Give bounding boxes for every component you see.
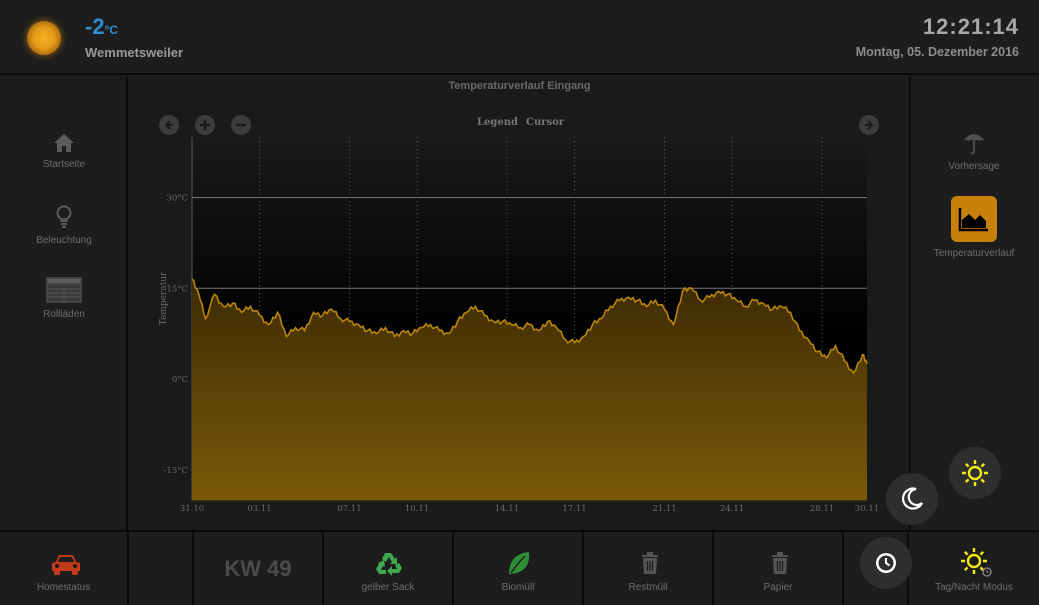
- sidebar-item-temperaturverlauf[interactable]: Temperaturverlauf: [911, 196, 1037, 259]
- pan-right-button[interactable]: [859, 115, 879, 135]
- zoom-in-button[interactable]: [195, 115, 215, 135]
- sidebar-item-label: Startseite: [42, 159, 86, 170]
- recycling-icon: [376, 553, 402, 576]
- tag-nacht-tile[interactable]: Tag/Nacht Modus: [909, 532, 1039, 605]
- temperature-value: -2: [85, 14, 105, 39]
- empty-tile: [129, 532, 194, 605]
- sidebar-item-label: Beleuchtung: [36, 235, 92, 246]
- x-tick-label: 10.11: [405, 504, 429, 514]
- x-tick-label: 24.11: [720, 504, 744, 514]
- sidebar-item-rolllaeden[interactable]: Rollläden: [0, 277, 128, 320]
- location-label: Wemmetsweiler: [85, 45, 184, 60]
- y-axis-label: Temperatur: [159, 271, 169, 325]
- day-mode-button[interactable]: [949, 447, 1001, 499]
- calendar-week-label: KW 49: [224, 556, 292, 581]
- plus-icon: [200, 120, 210, 130]
- sidebar-item-label: Vorhersage: [948, 161, 1000, 172]
- gelber-sack-label: gelber Sack: [361, 582, 415, 593]
- biomuell-tile[interactable]: Biomüll: [454, 532, 584, 605]
- temperature-chart: -15°C 0°C 15°C 30°C 31.10 03.11 07.11 10.11 14.1…: [159, 137, 879, 514]
- papier-tile[interactable]: Papier: [714, 532, 844, 605]
- cursor-toggle[interactable]: Cursor: [526, 117, 564, 128]
- sun-timer-icon: [961, 548, 992, 577]
- zoom-out-button[interactable]: [231, 115, 251, 135]
- arrow-right-icon: [865, 120, 874, 130]
- x-tick-label: 30.11: [855, 504, 879, 514]
- x-tick-label: 31.10: [180, 504, 204, 514]
- sidebar-item-vorhersage[interactable]: Vorhersage: [911, 129, 1037, 172]
- x-tick-label: 21.11: [652, 504, 676, 514]
- calendar-week-tile: KW 49: [194, 532, 324, 605]
- lightbulb-icon: [56, 205, 72, 228]
- clock-time: 12:21:14: [922, 14, 1019, 39]
- restmuell-tile[interactable]: Restmüll: [584, 532, 714, 605]
- clock-date: Montag, 05. Dezember 2016: [855, 45, 1019, 59]
- homestatus-label: Homestatus: [36, 582, 91, 593]
- arrow-left-icon: [164, 120, 173, 130]
- sun-weather-icon: [27, 21, 61, 55]
- x-tick-label: 28.11: [810, 504, 834, 514]
- moon-icon: [901, 487, 923, 510]
- timer-button[interactable]: [860, 537, 912, 589]
- umbrella-icon: [963, 134, 985, 155]
- x-tick-label: 17.11: [562, 504, 586, 514]
- sidebar-item-label: Temperaturverlauf: [933, 248, 1015, 259]
- header-bar: -2°C Wemmetsweiler 12:21:14 Montag, 05. …: [0, 0, 1039, 75]
- pan-left-button[interactable]: [159, 115, 179, 135]
- minus-icon: [236, 123, 246, 127]
- trash-icon: [642, 552, 658, 574]
- sidebar-item-startseite[interactable]: Startseite: [0, 133, 128, 170]
- current-temperature: -2°C: [85, 14, 118, 40]
- night-mode-button[interactable]: [886, 473, 938, 525]
- home-icon: [54, 134, 74, 152]
- area-chart-icon: [951, 196, 997, 242]
- y-tick-label: 15°C: [166, 284, 188, 294]
- y-tick-label: 30°C: [166, 194, 188, 204]
- chart-panel: -15°C 0°C 15°C 30°C 31.10 03.11 07.11 10.11 14.1…: [130, 77, 909, 530]
- trash-icon: [772, 552, 788, 574]
- x-tick-label: 03.11: [247, 504, 271, 514]
- papier-label: Papier: [763, 582, 793, 593]
- sun-icon: [962, 460, 988, 486]
- temperature-unit: °C: [104, 23, 119, 37]
- gelber-sack-tile[interactable]: gelber Sack: [324, 532, 454, 605]
- y-tick-label: 0°C: [172, 375, 188, 385]
- tag-nacht-label: Tag/Nacht Modus: [935, 582, 1013, 593]
- left-sidebar: Startseite Beleuchtung Rollläden: [0, 77, 128, 530]
- shutter-icon: [46, 277, 82, 303]
- restmuell-label: Restmüll: [628, 582, 668, 593]
- clock-icon: [876, 553, 896, 573]
- sidebar-item-beleuchtung[interactable]: Beleuchtung: [0, 205, 128, 246]
- biomuell-label: Biomüll: [501, 582, 535, 593]
- legend-toggle[interactable]: Legend: [477, 117, 518, 128]
- x-tick-label: 14.11: [495, 504, 519, 514]
- car-icon: [52, 555, 80, 575]
- y-tick-label: -15°C: [164, 466, 188, 476]
- leaf-icon: [509, 552, 530, 574]
- x-tick-label: 07.11: [337, 504, 361, 514]
- chart-title: Temperaturverlauf Eingang: [448, 80, 591, 92]
- sidebar-item-label: Rollläden: [43, 309, 85, 320]
- homestatus-tile[interactable]: Homestatus: [0, 532, 129, 605]
